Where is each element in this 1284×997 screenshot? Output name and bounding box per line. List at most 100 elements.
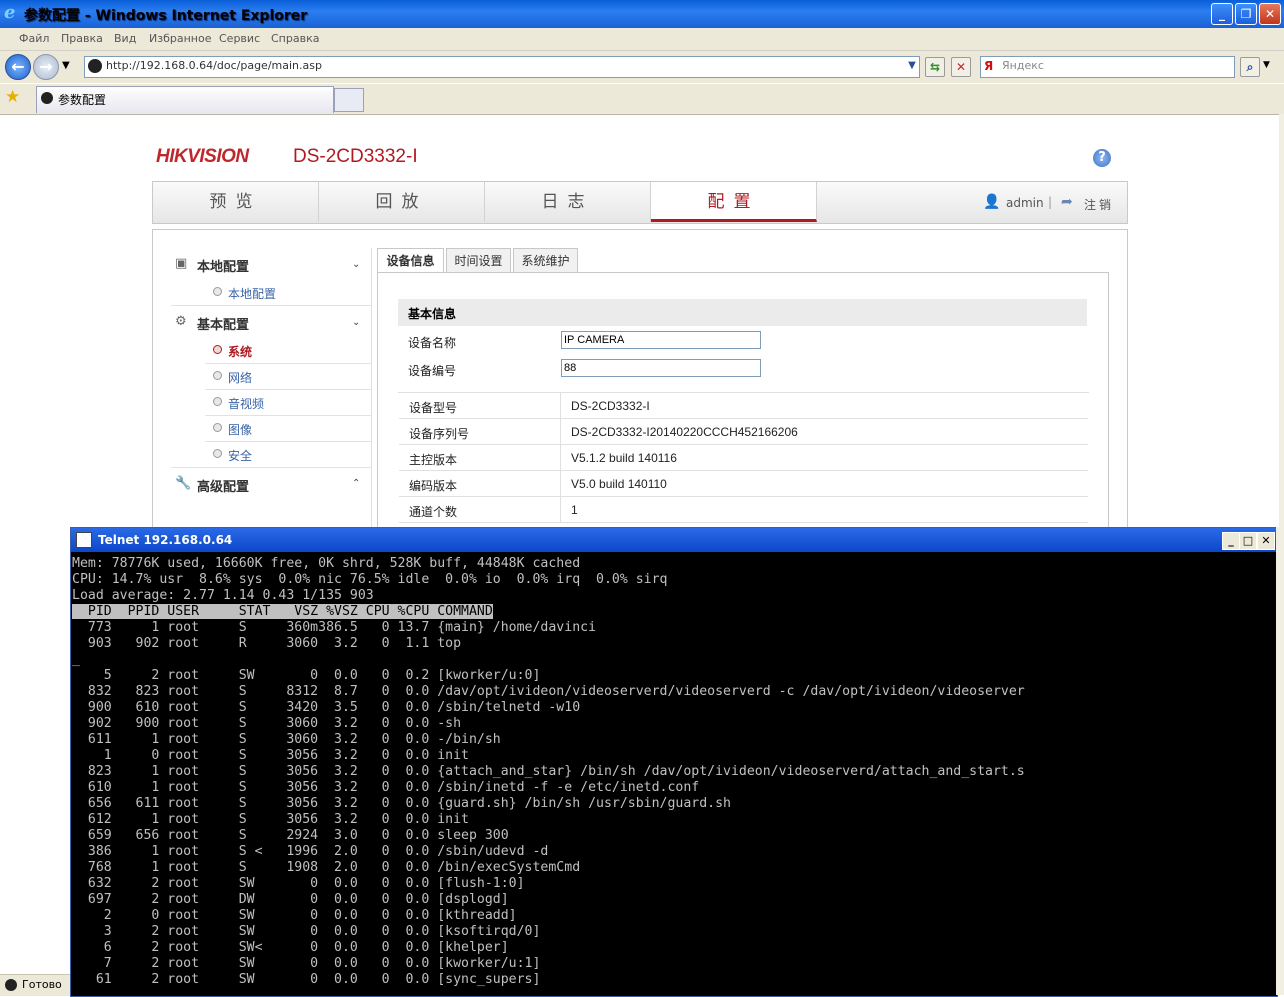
user-name: admin (1006, 196, 1044, 210)
terminal-line: 61 2 root SW 0 0.0 0 0.0 [sync_supers] (72, 972, 541, 987)
terminal-line: 612 1 root S 3056 3.2 0 0.0 init (72, 812, 469, 827)
nav-preview[interactable]: 预览 (153, 182, 319, 222)
terminal-screen[interactable]: Mem: 78776K used, 16660K free, 0K shrd, … (72, 556, 1274, 995)
menu-tools[interactable]: Сервис (219, 32, 260, 45)
refresh-icon[interactable]: ⇆ (925, 57, 945, 77)
search-placeholder: Яндекс (1002, 59, 1044, 72)
sidebar-item-local[interactable]: 本地配置 (228, 285, 276, 302)
nav-config[interactable]: 配置 (651, 182, 817, 222)
terminal-line: 656 611 root S 3056 3.2 0 0.0 {guard.sh}… (72, 796, 731, 811)
address-dropdown-icon[interactable]: ▼ (903, 57, 921, 75)
logout-icon[interactable]: ➦ (1061, 194, 1073, 210)
gear-icon: ⚙ (175, 314, 187, 329)
sidebar-item-system[interactable]: 系统 (228, 343, 252, 360)
divider (171, 305, 371, 306)
menu-view[interactable]: Вид (114, 32, 136, 45)
sidebar-advanced-title[interactable]: 高级配置 (197, 476, 249, 495)
address-text[interactable]: http://192.168.0.64/doc/page/main.asp (106, 59, 322, 72)
telnet-maximize-button[interactable]: □ (1239, 532, 1257, 550)
tab-label: 参数配置 (58, 93, 107, 107)
device-name-input[interactable]: IP CAMERA (561, 331, 761, 349)
forward-icon[interactable]: → (33, 54, 59, 80)
page-icon (88, 59, 102, 73)
sidebar-basic-title[interactable]: 基本配置 (197, 314, 249, 333)
stop-icon[interactable]: ✕ (951, 57, 971, 77)
terminal-line: 5 2 root SW 0 0.0 0 0.2 [kworker/u:0] (72, 668, 541, 683)
history-dropdown-icon[interactable]: ▼ (62, 60, 70, 71)
info-value: 1 (571, 503, 578, 517)
info-row: 编码版本 V5.0 build 140110 (399, 471, 1088, 497)
menu-help[interactable]: Справка (271, 32, 319, 45)
info-row: 设备序列号 DS-2CD3332-I20140220CCCH452166206 (399, 419, 1088, 445)
close-button[interactable]: ✕ (1259, 3, 1281, 25)
menu-file[interactable]: Файл (19, 32, 49, 45)
menu-favorites[interactable]: Избранное (149, 32, 211, 45)
telnet-minimize-button[interactable]: _ (1222, 532, 1240, 550)
nav-playback[interactable]: 回放 (319, 182, 485, 222)
maximize-button[interactable]: ❐ (1235, 3, 1257, 25)
device-number-input[interactable]: 88 (561, 359, 761, 377)
info-table: 设备型号 DS-2CD3332-I 设备序列号 DS-2CD3332-I2014… (398, 392, 1089, 523)
new-tab-button[interactable] (334, 88, 364, 112)
section-title: 基本信息 (408, 307, 457, 321)
terminal-line: 1 0 root S 3056 3.2 0 0.0 init (72, 748, 469, 763)
back-icon[interactable]: ← (5, 54, 31, 80)
terminal-line: 6 2 root SW< 0 0.0 0 0.0 [khelper] (72, 940, 509, 955)
chevron-down-icon[interactable]: ⌄ (352, 317, 360, 328)
favorites-star-icon[interactable]: ★ (5, 87, 20, 107)
terminal-line: 768 1 root S 1908 2.0 0 0.0 /bin/execSys… (72, 860, 581, 875)
bullet-icon (213, 449, 222, 458)
divider (205, 389, 371, 390)
divider (205, 415, 371, 416)
terminal-line: 903 902 root R 3060 3.2 0 1.1 top (72, 636, 462, 651)
terminal-line: 7 2 root SW 0 0.0 0 0.0 [kworker/u:1] (72, 956, 541, 971)
sidebar-item-av[interactable]: 音视频 (228, 395, 264, 412)
terminal-line: Load average: 2.77 1.14 0.43 1/135 903 (72, 588, 374, 603)
menu-edit[interactable]: Правка (61, 32, 103, 45)
info-value: V5.1.2 build 140116 (571, 451, 677, 465)
search-options-icon[interactable]: ▼ (1263, 60, 1270, 70)
tab-page-icon (41, 92, 53, 104)
terminal-line: 823 1 root S 3056 3.2 0 0.0 {attach_and_… (72, 764, 1025, 779)
terminal-line: 697 2 root DW 0 0.0 0 0.0 [dsplogd] (72, 892, 509, 907)
tab-device-info[interactable]: 设备信息 (377, 248, 444, 273)
help-icon[interactable]: ? (1093, 149, 1111, 167)
terminal-scrollbar[interactable] (1276, 527, 1284, 995)
sidebar-item-network[interactable]: 网络 (228, 369, 252, 386)
bullet-icon (213, 397, 222, 406)
info-label: 编码版本 (409, 479, 458, 493)
sidebar-local-title[interactable]: 本地配置 (197, 256, 249, 275)
info-label: 通道个数 (409, 505, 458, 519)
terminal-line: 611 1 root S 3060 3.2 0 0.0 -/bin/sh (72, 732, 501, 747)
ie-logo-icon: e (4, 2, 16, 23)
terminal-line: 2 0 root SW 0 0.0 0 0.0 [kthreadd] (72, 908, 517, 923)
search-go-icon[interactable]: ⌕ (1240, 57, 1260, 77)
terminal-line: 832 823 root S 8312 8.7 0 0.0 /dav/opt/i… (72, 684, 1025, 699)
telnet-title: Telnet 192.168.0.64 (98, 533, 233, 547)
divider (171, 467, 371, 468)
device-model-title: DS-2CD3332-I (293, 146, 418, 167)
tab-time-settings[interactable]: 时间设置 (446, 248, 511, 273)
chevron-up-icon[interactable]: ⌃ (352, 478, 360, 489)
info-value: DS-2CD3332-I (571, 399, 650, 413)
bullet-icon (213, 371, 222, 380)
info-row: 通道个数 1 (399, 497, 1088, 523)
yandex-icon: Я (984, 59, 994, 73)
window-title: 参数配置 - Windows Internet Explorer (24, 8, 308, 24)
terminal-line: 902 900 root S 3060 3.2 0 0.0 -sh (72, 716, 462, 731)
sidebar-item-image[interactable]: 图像 (228, 421, 252, 438)
telnet-close-button[interactable]: ✕ (1257, 532, 1275, 550)
bullet-icon (213, 423, 222, 432)
info-label: 主控版本 (409, 453, 458, 467)
sidebar-item-security[interactable]: 安全 (228, 447, 252, 464)
brand-logo: HIKVISION (156, 146, 249, 167)
chevron-down-icon[interactable]: ⌄ (352, 259, 360, 270)
monitor-icon: ▣ (175, 256, 188, 271)
device-name-label: 设备名称 (408, 336, 457, 350)
nav-log[interactable]: 日志 (485, 182, 651, 222)
logout-link[interactable]: 注销 (1084, 196, 1114, 213)
tab-system-maintenance[interactable]: 系统维护 (513, 248, 578, 273)
minimize-button[interactable]: _ (1211, 3, 1233, 25)
terminal-output: Mem: 78776K used, 16660K free, 0K shrd, … (72, 556, 1274, 988)
bullet-icon (213, 345, 222, 354)
